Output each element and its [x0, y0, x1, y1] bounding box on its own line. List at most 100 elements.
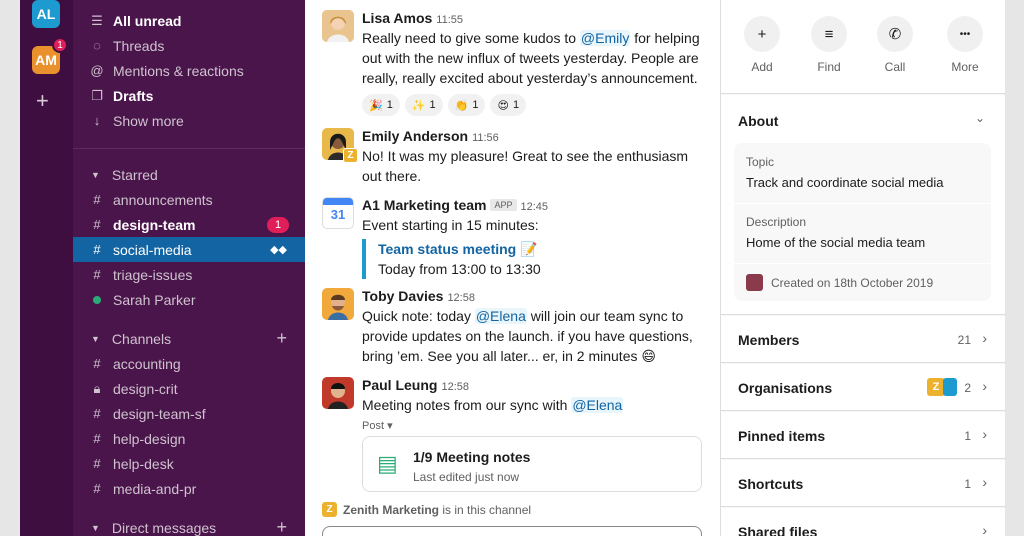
section-direct-messages[interactable]: ▼ Direct messages + — [73, 515, 305, 536]
description-value[interactable]: Home of the social media team — [746, 235, 925, 250]
app-tag: APP — [490, 199, 517, 211]
row-label: Shared files — [738, 524, 818, 536]
created-text: Created on 18th October 2019 — [771, 275, 934, 290]
more-button[interactable]: ••• More — [941, 16, 989, 74]
sidebar-item-all-unread[interactable]: ☰ All unread — [73, 8, 305, 33]
mention[interactable]: @Elena — [571, 397, 624, 413]
caret-down-icon: ▼ — [91, 333, 100, 344]
sidebar-item-help-design[interactable]: # help-design — [73, 426, 305, 451]
find-icon: ≡ — [811, 16, 847, 52]
creator-avatar[interactable] — [746, 274, 763, 291]
row-count: 1 — [964, 477, 971, 491]
add-button[interactable]: + Add — [738, 16, 786, 74]
avatar[interactable] — [322, 377, 354, 409]
message-author[interactable]: Paul Leung — [362, 377, 437, 393]
message-time[interactable]: 11:55 — [436, 14, 463, 26]
threads-icon: ◌ — [93, 38, 101, 53]
more-icon: ••• — [947, 16, 983, 52]
message-author[interactable]: Lisa Amos — [362, 10, 432, 26]
sidebar-item-triage-issues[interactable]: # triage-issues — [73, 262, 305, 287]
description-label: Description — [746, 215, 807, 229]
hash-icon: # — [93, 456, 101, 471]
sidebar-item-label: social-media — [113, 241, 192, 258]
reaction-pill[interactable]: 😍 1 — [490, 94, 527, 116]
event-title-link[interactable]: Team status meeting 📝 — [378, 239, 707, 259]
hash-icon: # — [93, 192, 101, 207]
message-author[interactable]: Toby Davies — [362, 288, 443, 304]
call-button[interactable]: ✆ Call — [871, 16, 919, 74]
post-label[interactable]: Post ▾ — [362, 419, 707, 432]
sidebar-item-social-media[interactable]: # social-media ◆◆ — [73, 237, 305, 262]
reaction-pill[interactable]: 👏 1 — [447, 94, 486, 116]
org-name[interactable]: Zenith Marketing — [343, 503, 439, 517]
sidebar-item-threads[interactable]: ◌ Threads — [73, 33, 305, 58]
sidebar-item-design-team-sf[interactable]: # design-team-sf — [73, 401, 305, 426]
message-composer[interactable] — [322, 526, 702, 536]
message-time[interactable]: 12:45 — [521, 201, 549, 213]
sidebar-item-show-more[interactable]: ↓ Show more — [73, 108, 305, 133]
avatar[interactable] — [322, 288, 354, 320]
action-label: Call — [884, 60, 906, 74]
post-card[interactable]: ▤ 1/9 Meeting notes Last edited just now — [362, 436, 702, 492]
sidebar-item-design-crit[interactable]: 🔒︎ design-crit — [73, 376, 305, 401]
sidebar-item-sarah-parker[interactable]: Sarah Parker — [73, 287, 305, 312]
mention[interactable]: @Elena — [474, 308, 527, 324]
row-label: Organisations — [738, 380, 833, 396]
sidebar-item-label: triage-issues — [113, 266, 193, 283]
about-title[interactable]: About — [738, 113, 778, 129]
message-time[interactable]: 11:56 — [472, 132, 499, 144]
message-author[interactable]: Emily Anderson — [362, 128, 468, 144]
message-time[interactable]: 12:58 — [441, 381, 469, 393]
row-count: 1 — [964, 429, 971, 443]
message-text: Meeting notes from our sync with @Elena — [362, 397, 624, 413]
sidebar-item-label: announcements — [113, 191, 213, 208]
about-section: About ⌄ Topic Track and coordinate socia… — [721, 95, 1005, 315]
message-author[interactable]: A1 Marketing team — [362, 197, 486, 213]
caret-down-icon: ▼ — [91, 522, 100, 533]
message-time[interactable]: 12:58 — [447, 292, 475, 304]
shared-files-row[interactable]: Shared files › — [721, 508, 1005, 536]
unread-badge: 1 — [267, 216, 289, 233]
action-label: Add — [751, 60, 773, 74]
row-label: Pinned items — [738, 428, 826, 444]
caret-down-icon: ▼ — [91, 169, 100, 180]
members-row[interactable]: Members 21 › — [721, 316, 1005, 363]
reaction-pill[interactable]: ✨ 1 — [404, 94, 443, 116]
sidebar-item-media-and-pr[interactable]: # media-and-pr — [73, 476, 305, 501]
sidebar-item-design-team[interactable]: # design-team 1 — [73, 212, 305, 237]
reaction-pill[interactable]: 🎉 1 — [362, 94, 400, 116]
find-button[interactable]: ≡ Find — [805, 16, 853, 74]
chevron-down-icon[interactable]: ⌄ — [975, 111, 985, 125]
section-title: Direct messages — [111, 519, 217, 536]
hash-icon: # — [93, 267, 101, 282]
action-label: More — [951, 60, 979, 74]
section-title: Channels — [111, 330, 172, 347]
shortcuts-row[interactable]: Shortcuts 1 › — [721, 460, 1005, 507]
add-channel-icon[interactable]: + — [276, 328, 287, 349]
left-gutter — [0, 0, 20, 536]
divider — [734, 263, 991, 264]
workspace-al[interactable]: AL — [32, 0, 60, 28]
avatar[interactable] — [322, 10, 354, 42]
message-text: Event starting in 15 minutes: — [362, 217, 539, 233]
phone-icon: ✆ — [877, 16, 913, 52]
sidebar-item-accounting[interactable]: # accounting — [73, 351, 305, 376]
add-dm-icon[interactable]: + — [276, 517, 287, 536]
sidebar-item-mentions[interactable]: @ Mentions & reactions — [73, 58, 305, 83]
mention[interactable]: @Emily — [579, 30, 631, 46]
sidebar-item-drafts[interactable]: ❐ Drafts — [73, 83, 305, 108]
sidebar-item-label: help-desk — [113, 455, 174, 472]
topic-value[interactable]: Track and coordinate social media — [746, 175, 944, 190]
sidebar-item-help-desk[interactable]: # help-desk — [73, 451, 305, 476]
sidebar-item-label: All unread — [113, 12, 182, 29]
sidebar-item-label: Threads — [113, 37, 165, 54]
calendar-icon[interactable]: 31 — [322, 197, 354, 229]
row-count: 21 — [957, 333, 971, 347]
hash-icon: # — [93, 406, 101, 421]
section-channels[interactable]: ▼ Channels + — [73, 326, 305, 351]
pinned-items-row[interactable]: Pinned items 1 › — [721, 412, 1005, 459]
section-starred[interactable]: ▼ Starred — [73, 162, 305, 187]
add-workspace-icon[interactable]: + — [36, 90, 49, 112]
organisations-row[interactable]: Organisations Z 2 › — [721, 364, 1005, 411]
sidebar-item-announcements[interactable]: # announcements — [73, 187, 305, 212]
